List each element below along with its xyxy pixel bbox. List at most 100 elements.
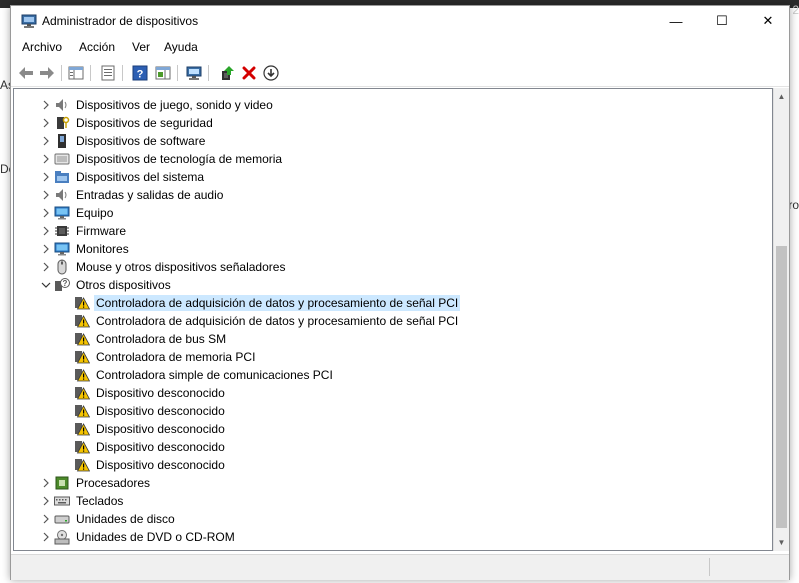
menu-ayuda[interactable]: Ayuda — [164, 40, 198, 54]
tree-device-item[interactable]: Controladora de adquisición de datos y p… — [74, 294, 461, 312]
tree-category[interactable]: Equipo — [43, 204, 115, 222]
tree-item-label: Dispositivo desconocido — [96, 386, 225, 400]
uninstall-device-button[interactable] — [240, 64, 258, 82]
title-bar[interactable]: Administrador de dispositivos — ☐ ✕ — [11, 6, 789, 36]
svg-text:?: ? — [137, 69, 144, 81]
disable-device-button[interactable] — [262, 64, 280, 82]
tree-device-item[interactable]: Controladora de memoria PCI — [74, 348, 257, 366]
tree-category[interactable]: Dispositivos del sistema — [43, 168, 206, 186]
tree-device-item[interactable]: Dispositivo desconocido — [74, 420, 227, 438]
chevron-right-icon[interactable] — [40, 495, 52, 507]
tree-category[interactable]: Procesadores — [43, 474, 152, 492]
chevron-right-icon[interactable] — [40, 117, 52, 129]
tree-category[interactable]: Unidades de DVD o CD-ROM — [43, 528, 237, 546]
back-button[interactable] — [17, 64, 35, 82]
device-manager-window: Administrador de dispositivos — ☐ ✕ Arch… — [10, 5, 790, 580]
menu-accion[interactable]: Acción — [79, 40, 115, 54]
update-driver-button[interactable] — [218, 64, 236, 82]
tree-category[interactable]: Mouse y otros dispositivos señaladores — [43, 258, 287, 276]
chevron-right-icon[interactable] — [40, 135, 52, 147]
chevron-right-icon[interactable] — [40, 171, 52, 183]
warning-device-icon — [74, 367, 90, 383]
chevron-right-icon[interactable] — [40, 225, 52, 237]
update-driver-icon — [222, 66, 234, 80]
tree-category[interactable]: Dispositivos de software — [43, 132, 207, 150]
speaker-icon — [54, 187, 70, 203]
toolbar-separator — [177, 65, 178, 81]
scroll-down-button[interactable]: ▼ — [774, 534, 789, 550]
tree-category[interactable]: Monitores — [43, 240, 131, 258]
tree-device-item[interactable]: Dispositivo desconocido — [74, 384, 227, 402]
help-icon: ? — [132, 65, 148, 81]
tree-item-label: Controladora de adquisición de datos y p… — [94, 295, 461, 311]
tree-item-label: Controladora de bus SM — [96, 332, 227, 346]
tree-device-item[interactable]: Dispositivo desconocido — [74, 456, 227, 474]
device-manager-app-icon — [21, 14, 37, 28]
action-pane-icon — [155, 66, 171, 80]
tree-item-label: Controladora de adquisición de datos y p… — [96, 314, 459, 328]
scroll-thumb[interactable] — [776, 246, 787, 528]
back-arrow-icon — [19, 67, 33, 79]
tree-device-item[interactable]: Dispositivo desconocido — [74, 438, 227, 456]
warning-device-icon — [74, 457, 90, 473]
tree-category[interactable]: Entradas y salidas de audio — [43, 186, 225, 204]
status-bar — [11, 554, 789, 580]
chevron-right-icon[interactable] — [40, 189, 52, 201]
vertical-scrollbar[interactable]: ▲ ▼ — [773, 88, 789, 551]
warning-device-icon — [74, 295, 90, 311]
tree-item-label: Mouse y otros dispositivos señaladores — [76, 260, 286, 274]
chevron-down-icon[interactable] — [40, 279, 52, 291]
chevron-right-icon[interactable] — [40, 243, 52, 255]
security-key-icon — [54, 115, 70, 131]
chevron-right-icon[interactable] — [40, 477, 52, 489]
tree-item-label: Dispositivo desconocido — [96, 458, 225, 472]
tree-category[interactable]: Unidades de disco — [43, 510, 177, 528]
dvd-drive-icon — [54, 529, 70, 545]
warning-device-icon — [74, 349, 90, 365]
tree-device-item[interactable]: Controladora de adquisición de datos y p… — [74, 312, 460, 330]
tree-category[interactable]: Dispositivos de seguridad — [43, 114, 215, 132]
background-text-fragment: 2 — [792, 3, 799, 17]
scan-hardware-icon — [186, 66, 202, 80]
help-button[interactable]: ? — [131, 64, 149, 82]
tree-item-label: Dispositivos de tecnología de memoria — [76, 152, 283, 166]
tree-category[interactable]: Firmware — [43, 222, 128, 240]
tree-item-label: Unidades de disco — [76, 512, 175, 526]
chevron-right-icon[interactable] — [40, 207, 52, 219]
toolbar: ? — [11, 60, 789, 87]
tree-category[interactable]: ? Otros dispositivos — [41, 276, 173, 294]
tree-device-item[interactable]: Controladora simple de comunicaciones PC… — [74, 366, 335, 384]
monitor-icon — [54, 241, 70, 257]
console-tree-button[interactable] — [67, 64, 85, 82]
warning-device-icon — [74, 439, 90, 455]
minimize-button[interactable]: — — [653, 6, 699, 36]
chevron-right-icon[interactable] — [40, 153, 52, 165]
chevron-right-icon[interactable] — [40, 261, 52, 273]
warning-device-icon — [74, 421, 90, 437]
action-pane-button[interactable] — [154, 64, 172, 82]
chevron-right-icon[interactable] — [40, 531, 52, 543]
window-title: Administrador de dispositivos — [42, 14, 199, 28]
speaker-icon — [54, 97, 70, 113]
maximize-button[interactable]: ☐ — [699, 6, 745, 36]
tree-category[interactable]: Teclados — [43, 492, 125, 510]
toolbar-separator — [90, 65, 91, 81]
chevron-right-icon[interactable] — [40, 513, 52, 525]
disk-drive-icon — [54, 511, 70, 527]
forward-button[interactable] — [38, 64, 56, 82]
tree-category[interactable]: Dispositivos de juego, sonido y video — [43, 96, 275, 114]
scan-hardware-button[interactable] — [185, 64, 203, 82]
tree-item-label: Dispositivo desconocido — [96, 422, 225, 436]
tree-device-item[interactable]: Dispositivo desconocido — [74, 402, 227, 420]
tree-item-label: Controladora de memoria PCI — [96, 350, 256, 364]
tree-item-label: Dispositivos de seguridad — [76, 116, 213, 130]
tree-category[interactable]: Dispositivos de tecnología de memoria — [43, 150, 284, 168]
minimize-icon: — — [669, 13, 683, 29]
menu-ver[interactable]: Ver — [132, 40, 150, 54]
scroll-up-button[interactable]: ▲ — [774, 88, 789, 104]
tree-device-item[interactable]: Controladora de bus SM — [74, 330, 228, 348]
menu-archivo[interactable]: Archivo — [22, 40, 62, 54]
properties-button[interactable] — [99, 64, 117, 82]
chevron-right-icon[interactable] — [40, 99, 52, 111]
close-button[interactable]: ✕ — [745, 6, 791, 36]
